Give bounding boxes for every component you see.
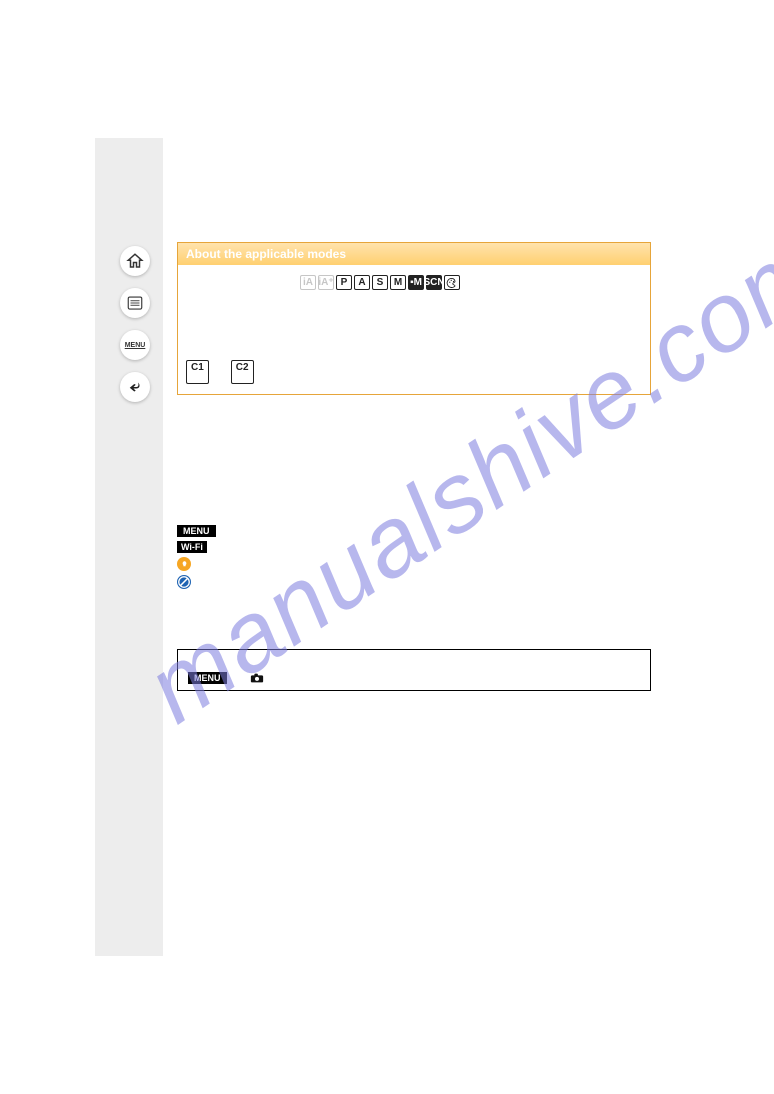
sidebar: MENU [95, 138, 163, 956]
legend-line2-text: • By entering keywords in the search fie… [177, 445, 651, 469]
modes-grey-text: • Grey icons: Unavailable modes [186, 338, 345, 350]
camera-icon [250, 672, 264, 684]
modes-heading: About the applicable modes [178, 243, 650, 265]
modes-black-text: • Black icons: Applicable modes [186, 318, 341, 330]
applicable-modes-box: About the applicable modes Applicable mo… [177, 242, 651, 395]
menu-tag: MENU [177, 525, 216, 537]
steps-example: Example: In the [Rec] menu, change [Qual… [188, 656, 640, 668]
legend-menu-row: MENU : Indicates that the menu can be se… [177, 523, 651, 539]
bulb-icon [177, 557, 191, 571]
menu-button[interactable]: MENU [120, 330, 150, 360]
value-label: [›] [382, 672, 392, 684]
back-button[interactable] [120, 372, 150, 402]
custom-text: and will differ depending on the Recordi… [276, 360, 642, 384]
legend-continue-row: • Continues to next page. [177, 591, 651, 607]
wifi-text: : Indicates that the Wi-Fi setting can b… [213, 541, 565, 553]
quality-label: [Quality] [318, 672, 358, 684]
steps-line: MENU → [Rec] → [Quality] → [›] [188, 672, 640, 684]
arrow2: → [301, 672, 312, 684]
legend-bulb-row: : Tips for skilful use and points for re… [177, 555, 651, 573]
not-available-icon [177, 575, 191, 589]
page-number: 2 [163, 914, 665, 928]
c1-badge: C1 [186, 360, 209, 384]
applicable-label: Applicable modes: [186, 277, 294, 289]
list-icon [126, 294, 144, 312]
mode-icon-s: S [372, 275, 388, 290]
legend-line1: • Click a cross reference in the text to… [177, 427, 651, 443]
continue-text: • Continues to next page. [177, 593, 300, 605]
legend-about-text: ■ About the indications in the text [177, 509, 354, 521]
mode-icon-a: A [354, 275, 370, 290]
noavail-text: : Conditions in which a particular funct… [197, 576, 478, 588]
legend-noavail-row: : Conditions in which a particular funct… [177, 573, 651, 591]
legend-block: • Click a cross reference in the text to… [177, 427, 651, 607]
mode-icon-strip: iA iA⁺ P A S M ▪M SCN [300, 275, 460, 290]
legend-line1-text: • Click a cross reference in the text to… [177, 429, 520, 441]
modes-row-applicable: Applicable modes: iA iA⁺ P A S M ▪M SCN [186, 271, 642, 294]
menu-text: : Indicates that the menu can be set by … [222, 525, 558, 537]
manual-page: MENU About the applicable modes Applicab… [95, 138, 665, 956]
mode-icon-p: P [336, 275, 352, 290]
steps-box: Example: In the [Rec] menu, change [Qual… [177, 649, 651, 691]
back-arrow-icon [126, 378, 144, 396]
arrow3: → [365, 672, 376, 684]
custom-badges-row: C1 C2 and will differ depending on the R… [186, 354, 642, 386]
page-content: About the applicable modes Applicable mo… [163, 138, 665, 956]
mode-icon-iap: iA⁺ [318, 275, 334, 290]
steps-menu-tag: MENU [188, 672, 227, 684]
modes-grey-note: • Grey icons: Unavailable modes [186, 334, 642, 354]
legend-about: ■ About the indications in the text [177, 507, 651, 523]
modes-desc-text: The icons indicate the modes available f… [186, 298, 445, 310]
modes-black-note: • Black icons: Applicable modes [186, 314, 642, 334]
mode-icon-palette [444, 275, 460, 290]
steps-intro: In this Owner's Manual, steps for settin… [177, 631, 651, 643]
mode-icon-scn: SCN [426, 275, 442, 290]
mode-icon-video-m: ▪M [408, 275, 424, 290]
menu-button-label: MENU [125, 342, 146, 349]
c2-badge: C2 [231, 360, 254, 384]
wifi-tag: Wi-Fi [177, 541, 207, 553]
legend-line3-text: • Operations and other details of this m… [177, 473, 651, 497]
mode-icon-ia: iA [300, 275, 316, 290]
mode-icon-m: M [390, 275, 406, 290]
legend-line2: • By entering keywords in the search fie… [177, 443, 651, 471]
home-button[interactable] [120, 246, 150, 276]
legend-wifi-row: Wi-Fi : Indicates that the Wi-Fi setting… [177, 539, 651, 555]
toc-button[interactable] [120, 288, 150, 318]
arrow1: → [233, 672, 244, 684]
bulb-text: : Tips for skilful use and points for re… [197, 558, 412, 570]
legend-line3: • Operations and other details of this m… [177, 471, 651, 499]
modes-desc: The icons indicate the modes available f… [186, 294, 642, 314]
home-icon [126, 252, 144, 270]
rec-label: [Rec] [270, 672, 296, 684]
